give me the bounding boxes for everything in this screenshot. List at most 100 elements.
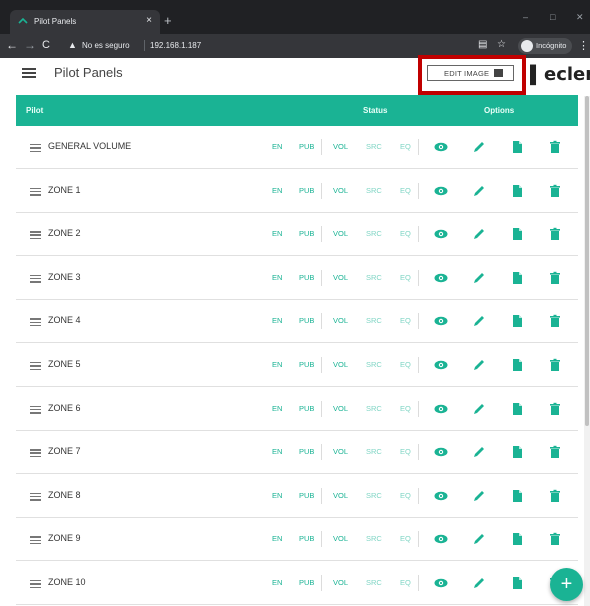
edit-image-button[interactable]: EDIT IMAGE: [427, 65, 514, 81]
hamburger-menu-icon[interactable]: [22, 68, 36, 78]
maximize-button[interactable]: □: [550, 12, 555, 22]
copy-icon[interactable]: [510, 314, 524, 328]
table-row[interactable]: ZONE 6 EN PUB VOL SRC EQ: [16, 388, 578, 431]
pencil-icon[interactable]: [472, 445, 486, 459]
status-eq[interactable]: EQ: [400, 142, 411, 151]
status-pub[interactable]: PUB: [299, 447, 314, 456]
status-src[interactable]: SRC: [366, 142, 382, 151]
status-src[interactable]: SRC: [366, 360, 382, 369]
trash-icon[interactable]: [548, 314, 562, 328]
trash-icon[interactable]: [548, 140, 562, 154]
status-en[interactable]: EN: [272, 447, 282, 456]
status-eq[interactable]: EQ: [400, 404, 411, 413]
trash-icon[interactable]: [548, 402, 562, 416]
tab-close-button[interactable]: ×: [146, 15, 152, 26]
drag-handle-icon[interactable]: [30, 144, 41, 152]
status-en[interactable]: EN: [272, 316, 282, 325]
copy-icon[interactable]: [510, 576, 524, 590]
status-en[interactable]: EN: [272, 142, 282, 151]
copy-icon[interactable]: [510, 402, 524, 416]
eye-icon[interactable]: [434, 358, 448, 372]
eye-icon[interactable]: [434, 402, 448, 416]
forward-arrow-icon[interactable]: →: [24, 39, 36, 51]
status-vol[interactable]: VOL: [333, 447, 348, 456]
eye-icon[interactable]: [434, 184, 448, 198]
add-pilot-button[interactable]: +: [550, 568, 583, 601]
pencil-icon[interactable]: [472, 184, 486, 198]
copy-icon[interactable]: [510, 140, 524, 154]
eye-icon[interactable]: [434, 314, 448, 328]
status-eq[interactable]: EQ: [400, 447, 411, 456]
status-vol[interactable]: VOL: [333, 578, 348, 587]
new-tab-button[interactable]: +: [164, 14, 172, 27]
copy-icon[interactable]: [510, 489, 524, 503]
status-en[interactable]: EN: [272, 534, 282, 543]
drag-handle-icon[interactable]: [30, 536, 41, 545]
status-eq[interactable]: EQ: [400, 273, 411, 282]
pencil-icon[interactable]: [472, 489, 486, 503]
eye-icon[interactable]: [434, 227, 448, 241]
status-vol[interactable]: VOL: [333, 404, 348, 413]
back-arrow-icon[interactable]: ←: [6, 39, 18, 51]
pencil-icon[interactable]: [472, 314, 486, 328]
pencil-icon[interactable]: [472, 358, 486, 372]
table-row[interactable]: ZONE 8 EN PUB VOL SRC EQ: [16, 475, 578, 518]
translate-icon[interactable]: ▤: [478, 40, 487, 50]
pencil-icon[interactable]: [472, 227, 486, 241]
status-en[interactable]: EN: [272, 229, 282, 238]
eye-icon[interactable]: [434, 576, 448, 590]
drag-handle-icon[interactable]: [30, 405, 41, 414]
drag-handle-icon[interactable]: [30, 231, 41, 240]
trash-icon[interactable]: [548, 184, 562, 198]
status-pub[interactable]: PUB: [299, 316, 314, 325]
status-src[interactable]: SRC: [366, 229, 382, 238]
status-pub[interactable]: PUB: [299, 491, 314, 500]
status-pub[interactable]: PUB: [299, 360, 314, 369]
status-src[interactable]: SRC: [366, 404, 382, 413]
drag-handle-icon[interactable]: [30, 580, 41, 588]
trash-icon[interactable]: [548, 358, 562, 372]
copy-icon[interactable]: [510, 184, 524, 198]
status-src[interactable]: SRC: [366, 491, 382, 500]
status-eq[interactable]: EQ: [400, 491, 411, 500]
status-src[interactable]: SRC: [366, 186, 382, 195]
window-close-button[interactable]: ✕: [576, 12, 584, 23]
table-row[interactable]: ZONE 5 EN PUB VOL SRC EQ: [16, 344, 578, 387]
status-en[interactable]: EN: [272, 186, 282, 195]
status-pub[interactable]: PUB: [299, 578, 314, 587]
trash-icon[interactable]: [548, 445, 562, 459]
status-vol[interactable]: VOL: [333, 360, 348, 369]
table-row[interactable]: ZONE 10 EN PUB VOL SRC EQ: [16, 562, 578, 605]
copy-icon[interactable]: [510, 358, 524, 372]
status-vol[interactable]: VOL: [333, 186, 348, 195]
status-vol[interactable]: VOL: [333, 229, 348, 238]
copy-icon[interactable]: [510, 227, 524, 241]
status-pub[interactable]: PUB: [299, 142, 314, 151]
status-src[interactable]: SRC: [366, 316, 382, 325]
status-pub[interactable]: PUB: [299, 186, 314, 195]
drag-handle-icon[interactable]: [30, 187, 41, 196]
copy-icon[interactable]: [510, 532, 524, 546]
table-row[interactable]: ZONE 1 EN PUB VOL SRC EQ: [16, 170, 578, 213]
status-src[interactable]: SRC: [366, 273, 382, 282]
status-en[interactable]: EN: [272, 360, 282, 369]
browser-tab[interactable]: Pilot Panels ×: [10, 10, 160, 34]
status-en[interactable]: EN: [272, 273, 282, 282]
status-eq[interactable]: EQ: [400, 578, 411, 587]
incognito-indicator[interactable]: Incógnito: [518, 38, 572, 54]
status-pub[interactable]: PUB: [299, 229, 314, 238]
status-vol[interactable]: VOL: [333, 273, 348, 282]
pencil-icon[interactable]: [472, 576, 486, 590]
pencil-icon[interactable]: [472, 402, 486, 416]
status-vol[interactable]: VOL: [333, 142, 348, 151]
status-eq[interactable]: EQ: [400, 534, 411, 543]
table-row[interactable]: GENERAL VOLUME EN PUB VOL SRC EQ: [16, 126, 578, 169]
trash-icon[interactable]: [548, 489, 562, 503]
eye-icon[interactable]: [434, 489, 448, 503]
drag-handle-icon[interactable]: [30, 362, 41, 370]
status-eq[interactable]: EQ: [400, 360, 411, 369]
eye-icon[interactable]: [434, 445, 448, 459]
reload-icon[interactable]: C: [42, 39, 50, 51]
status-eq[interactable]: EQ: [400, 229, 411, 238]
status-eq[interactable]: EQ: [400, 186, 411, 195]
